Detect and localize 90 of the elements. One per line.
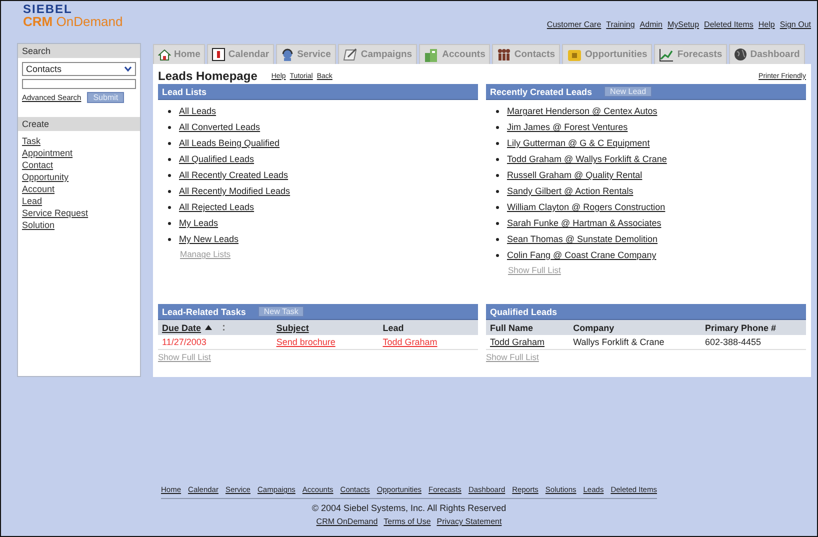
section-title: Create <box>18 117 140 131</box>
buildings-icon <box>424 48 440 62</box>
sort-ascending-icon <box>205 325 212 330</box>
column-header: Primary Phone # <box>700 320 806 335</box>
list-link[interactable]: My Leads <box>179 218 218 228</box>
headset-icon <box>281 48 294 61</box>
bullet-icon <box>496 142 499 144</box>
footer-link[interactable]: Privacy Statement <box>436 517 502 526</box>
top-link[interactable]: Customer Care <box>546 20 602 29</box>
bullet-icon <box>496 238 499 240</box>
pen-paper-icon <box>342 48 358 61</box>
top-link[interactable]: MySetup <box>667 20 700 29</box>
section-title: Search <box>18 44 140 58</box>
search-type-select[interactable]: Contacts <box>22 62 136 76</box>
column-header: Full Name <box>486 320 570 335</box>
create-link[interactable]: Lead <box>22 195 136 207</box>
bullet-icon <box>496 222 499 224</box>
list-link[interactable]: All Leads Being Qualified <box>179 138 280 148</box>
person-company-link[interactable]: Todd Graham @ Wallys Forklift & Crane <box>507 154 667 164</box>
page-title: Leads Homepage <box>158 69 258 83</box>
sort-handle-icon <box>222 324 226 332</box>
calendar-icon <box>212 48 226 61</box>
footer-link[interactable]: Terms of Use <box>384 517 431 526</box>
person-company-link[interactable]: Russell Graham @ Quality Rental <box>507 170 642 180</box>
footer-link[interactable]: CRM OnDemand <box>316 517 378 526</box>
bullet-icon <box>496 126 499 128</box>
list-link[interactable]: All Leads <box>179 106 216 116</box>
panel-header: Lead-Related Tasks New Task <box>158 304 478 320</box>
list-link[interactable]: My New Leads <box>179 234 239 244</box>
bullet-icon <box>168 110 171 112</box>
bullet-icon <box>168 222 171 224</box>
person-company-link[interactable]: Colin Fang @ Coast Crane Company <box>507 250 656 260</box>
brand-name: SIEBEL <box>23 3 74 15</box>
panel-header: Recently Created Leads New Lead <box>486 84 806 100</box>
search-field[interactable] <box>22 79 136 89</box>
top-link[interactable]: Sign Out <box>780 20 811 29</box>
bullet-icon <box>496 110 499 112</box>
bullet-icon <box>496 174 499 176</box>
top-link[interactable]: Help <box>758 20 775 29</box>
top-link[interactable]: Training <box>606 20 635 29</box>
bullet-icon <box>168 174 171 176</box>
column-header: Company <box>569 320 701 335</box>
create-link[interactable]: Solution <box>22 219 136 231</box>
person-company-link[interactable]: Margaret Henderson @ Centex Autos <box>507 106 658 116</box>
person-company-link[interactable]: William Clayton @ Rogers Construction <box>507 202 666 212</box>
list-link[interactable]: All Rejected Leads <box>179 202 254 212</box>
product-name: CRM OnDemand <box>23 15 123 28</box>
person-company-link[interactable]: Sandy Gilbert @ Action Rentals <box>507 186 634 196</box>
dropdown-icon <box>124 66 132 72</box>
people-icon <box>497 48 512 61</box>
create-link[interactable]: Account <box>22 183 136 195</box>
top-link[interactable]: Deleted Items <box>704 20 754 29</box>
create-link[interactable]: Service Request <box>22 207 136 219</box>
create-link[interactable]: Appointment <box>22 147 136 159</box>
person-company-link[interactable]: Sean Thomas @ Sunstate Demolition <box>507 234 658 244</box>
list-link[interactable]: All Recently Created Leads <box>179 170 288 180</box>
house-icon <box>158 48 171 60</box>
list-link[interactable]: All Converted Leads <box>179 122 260 132</box>
top-link[interactable]: Admin <box>640 20 662 29</box>
chart-icon <box>659 48 674 62</box>
person-link[interactable]: Todd Graham <box>490 337 545 347</box>
create-link[interactable]: Contact <box>22 159 136 171</box>
person-company-link[interactable]: Lily Gutterman @ G & C Equipment <box>507 138 650 148</box>
panel-header: Lead Lists <box>158 84 478 100</box>
globe-icon <box>734 48 748 61</box>
copyright-text: © 2004 Siebel Systems, Inc. All Rights Reserved <box>312 503 506 513</box>
bullet-icon <box>496 158 499 160</box>
bullet-icon <box>168 126 171 128</box>
table-cell: 602-388-4455 <box>700 335 806 350</box>
subject-link[interactable]: Send brochure <box>276 337 336 347</box>
bullet-icon <box>168 206 171 208</box>
box-icon <box>567 48 582 62</box>
person-company-link[interactable]: Jim James @ Forest Ventures <box>507 122 628 132</box>
bullet-icon <box>168 142 171 144</box>
bullet-icon <box>496 254 499 256</box>
list-link[interactable]: All Qualified Leads <box>179 154 254 164</box>
panel-header: Qualified Leads <box>486 304 806 320</box>
person-company-link[interactable]: Sarah Funke @ Hartman & Associates <box>507 218 662 228</box>
person-link[interactable]: Todd Graham <box>382 337 438 347</box>
bullet-icon <box>168 238 171 240</box>
list-link[interactable]: All Recently Modified Leads <box>179 186 290 196</box>
create-link[interactable]: Task <box>22 135 136 147</box>
column-header: Lead <box>378 320 478 335</box>
table-cell: 11/27/2003 <box>158 335 272 350</box>
table-cell: Wallys Forklift & Crane <box>569 335 701 350</box>
create-link[interactable]: Opportunity <box>22 171 136 183</box>
bullet-icon <box>496 190 499 192</box>
bullet-icon <box>168 190 171 192</box>
bullet-icon <box>168 158 171 160</box>
bullet-icon <box>496 206 499 208</box>
